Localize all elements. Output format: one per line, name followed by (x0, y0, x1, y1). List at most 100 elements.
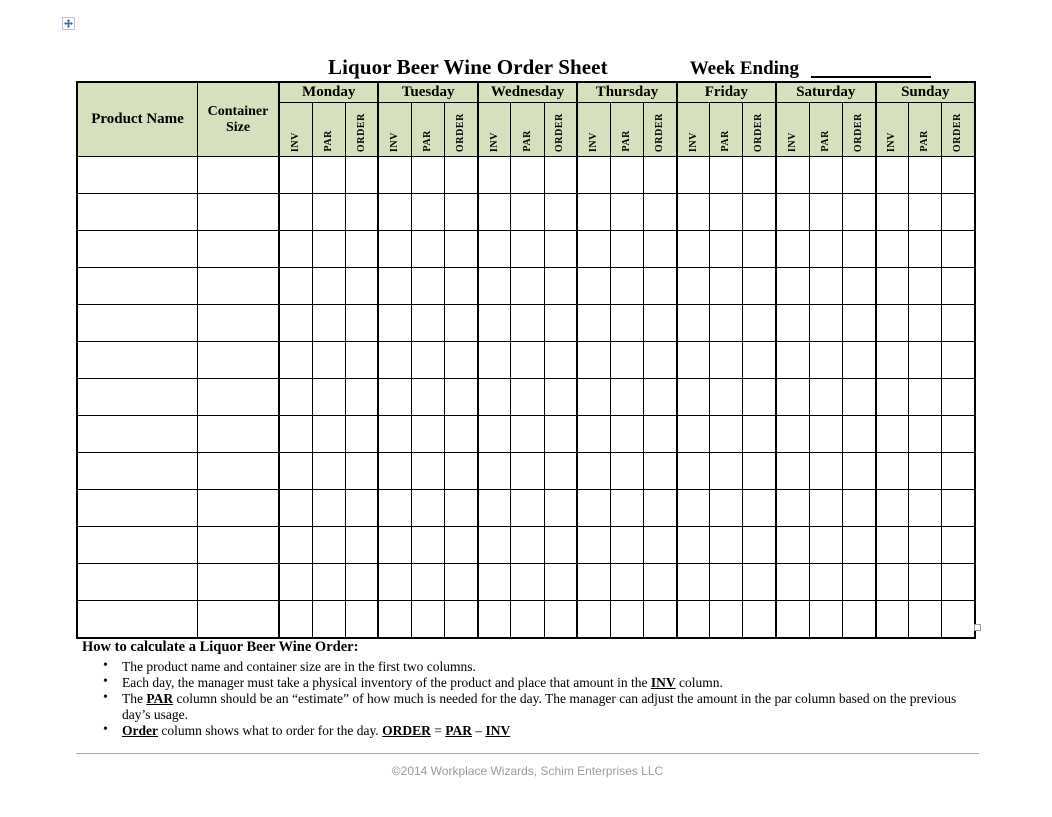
cell-wednesday-inv[interactable] (476, 600, 512, 639)
cell-wednesday-par[interactable] (510, 415, 545, 453)
cell-friday-inv[interactable] (675, 415, 711, 453)
table-resize-handle[interactable] (974, 624, 981, 631)
cell-friday-order[interactable] (742, 563, 777, 601)
cell-friday-par[interactable] (709, 267, 744, 305)
cell-monday-par[interactable] (311, 230, 346, 268)
cell-container-size[interactable] (197, 600, 280, 639)
cell-saturday-inv[interactable] (775, 526, 810, 564)
cell-thursday-order[interactable] (643, 378, 678, 416)
cell-thursday-par[interactable] (609, 341, 645, 379)
cell-sunday-par[interactable] (908, 378, 943, 416)
cell-friday-inv[interactable] (675, 341, 711, 379)
cell-thursday-par[interactable] (609, 378, 645, 416)
cell-friday-order[interactable] (742, 341, 777, 379)
cell-monday-par[interactable] (311, 563, 346, 601)
cell-wednesday-order[interactable] (543, 526, 578, 564)
cell-wednesday-order[interactable] (543, 193, 578, 231)
cell-tuesday-order[interactable] (444, 563, 479, 601)
cell-sunday-par[interactable] (908, 415, 943, 453)
cell-sunday-inv[interactable] (874, 193, 910, 231)
cell-wednesday-order[interactable] (543, 452, 578, 490)
cell-monday-inv[interactable] (277, 304, 313, 342)
cell-sunday-par[interactable] (908, 489, 943, 527)
cell-sunday-par[interactable] (908, 452, 943, 490)
cell-friday-par[interactable] (709, 378, 744, 416)
cell-thursday-inv[interactable] (576, 341, 611, 379)
cell-tuesday-inv[interactable] (377, 563, 413, 601)
cell-friday-par[interactable] (709, 156, 744, 194)
cell-sunday-inv[interactable] (874, 230, 910, 268)
cell-product-name[interactable] (76, 563, 198, 601)
cell-friday-par[interactable] (709, 600, 744, 639)
cell-tuesday-inv[interactable] (377, 193, 413, 231)
cell-monday-inv[interactable] (277, 563, 313, 601)
cell-wednesday-order[interactable] (543, 415, 578, 453)
cell-thursday-order[interactable] (643, 600, 678, 639)
cell-tuesday-order[interactable] (444, 304, 479, 342)
cell-monday-order[interactable] (344, 526, 379, 564)
cell-thursday-inv[interactable] (576, 304, 611, 342)
cell-saturday-inv[interactable] (775, 267, 810, 305)
cell-tuesday-order[interactable] (444, 378, 479, 416)
cell-wednesday-inv[interactable] (476, 563, 512, 601)
cell-saturday-order[interactable] (841, 267, 877, 305)
cell-saturday-inv[interactable] (775, 156, 810, 194)
cell-saturday-par[interactable] (808, 267, 843, 305)
cell-monday-par[interactable] (311, 193, 346, 231)
cell-thursday-par[interactable] (609, 230, 645, 268)
cell-saturday-order[interactable] (841, 563, 877, 601)
cell-thursday-inv[interactable] (576, 489, 611, 527)
cell-wednesday-par[interactable] (510, 193, 545, 231)
cell-tuesday-inv[interactable] (377, 378, 413, 416)
cell-tuesday-order[interactable] (444, 156, 479, 194)
cell-tuesday-order[interactable] (444, 193, 479, 231)
cell-tuesday-inv[interactable] (377, 452, 413, 490)
cell-thursday-par[interactable] (609, 452, 645, 490)
cell-monday-order[interactable] (344, 489, 379, 527)
cell-sunday-order[interactable] (941, 230, 977, 268)
cell-saturday-order[interactable] (841, 415, 877, 453)
cell-saturday-inv[interactable] (775, 415, 810, 453)
cell-saturday-par[interactable] (808, 600, 843, 639)
cell-thursday-par[interactable] (609, 526, 645, 564)
cell-sunday-inv[interactable] (874, 304, 910, 342)
cell-thursday-order[interactable] (643, 156, 678, 194)
cell-saturday-order[interactable] (841, 600, 877, 639)
cell-thursday-order[interactable] (643, 341, 678, 379)
cell-tuesday-inv[interactable] (377, 600, 413, 639)
cell-saturday-order[interactable] (841, 304, 877, 342)
cell-product-name[interactable] (76, 304, 198, 342)
cell-wednesday-inv[interactable] (476, 452, 512, 490)
table-move-handle[interactable] (62, 17, 75, 30)
cell-friday-inv[interactable] (675, 563, 711, 601)
cell-tuesday-order[interactable] (444, 526, 479, 564)
cell-saturday-inv[interactable] (775, 193, 810, 231)
cell-friday-order[interactable] (742, 230, 777, 268)
cell-tuesday-order[interactable] (444, 452, 479, 490)
cell-saturday-par[interactable] (808, 341, 843, 379)
cell-monday-order[interactable] (344, 452, 379, 490)
cell-friday-order[interactable] (742, 526, 777, 564)
cell-thursday-inv[interactable] (576, 267, 611, 305)
cell-product-name[interactable] (76, 341, 198, 379)
cell-sunday-order[interactable] (941, 267, 977, 305)
cell-wednesday-par[interactable] (510, 489, 545, 527)
cell-friday-par[interactable] (709, 452, 744, 490)
cell-thursday-inv[interactable] (576, 415, 611, 453)
cell-tuesday-order[interactable] (444, 267, 479, 305)
cell-monday-order[interactable] (344, 267, 379, 305)
cell-sunday-inv[interactable] (874, 452, 910, 490)
cell-saturday-inv[interactable] (775, 304, 810, 342)
cell-friday-inv[interactable] (675, 489, 711, 527)
cell-container-size[interactable] (197, 563, 280, 601)
cell-tuesday-par[interactable] (411, 304, 446, 342)
cell-wednesday-inv[interactable] (476, 489, 512, 527)
cell-saturday-inv[interactable] (775, 600, 810, 639)
cell-wednesday-inv[interactable] (476, 341, 512, 379)
cell-wednesday-inv[interactable] (476, 304, 512, 342)
cell-monday-order[interactable] (344, 415, 379, 453)
cell-saturday-order[interactable] (841, 230, 877, 268)
cell-friday-order[interactable] (742, 267, 777, 305)
cell-thursday-order[interactable] (643, 415, 678, 453)
cell-monday-inv[interactable] (277, 378, 313, 416)
